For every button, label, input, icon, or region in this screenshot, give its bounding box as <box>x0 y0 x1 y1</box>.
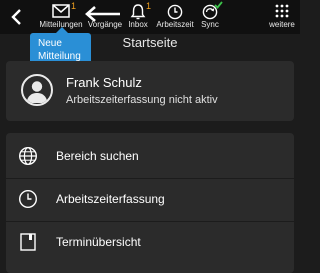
clock-icon <box>18 189 38 209</box>
menu-item-label: Terminübersicht <box>56 235 141 249</box>
top-toolbar: 1 Mitteilungen Vorgänge 1 Inbox Arbeitsz… <box>0 0 300 34</box>
toolbar-arbeitszeit-label: Arbeitszeit <box>156 20 194 29</box>
tooltip-line-1: Neue <box>38 38 62 49</box>
clock-icon <box>167 4 183 20</box>
profile-status: Arbeitszeiterfassung nicht aktiv <box>66 94 218 106</box>
user-icon <box>26 81 48 103</box>
menu-item-label: Bereich suchen <box>56 149 139 163</box>
menu-item-label: Arbeitszeiterfassung <box>56 192 165 206</box>
toolbar-vorgaenge-label: Vorgänge <box>87 20 123 29</box>
inbox-badge: 1 <box>146 1 152 11</box>
toolbar-arbeitszeit[interactable]: Arbeitszeit <box>153 0 197 34</box>
toolbar-sync[interactable]: Sync <box>199 0 223 34</box>
menu-item-terminuebersicht[interactable]: Terminübersicht <box>6 222 294 264</box>
mitteilungen-badge: 1 <box>71 1 77 11</box>
profile-card[interactable]: Frank Schulz Arbeitszeiterfassung nicht … <box>6 61 294 121</box>
toolbar-sync-label: Sync <box>201 20 219 29</box>
menu-item-bereich-suchen[interactable]: Bereich suchen <box>6 136 294 178</box>
globe-icon <box>18 146 38 166</box>
back-button[interactable] <box>8 6 26 28</box>
envelope-icon <box>52 4 70 18</box>
grid-menu-icon <box>275 4 289 18</box>
toolbar-weitere-label: weitere <box>269 20 295 29</box>
menu-item-arbeitszeiterfassung[interactable]: Arbeitszeiterfassung <box>6 179 294 221</box>
toolbar-inbox[interactable]: 1 Inbox <box>125 0 151 34</box>
avatar <box>21 74 53 106</box>
toolbar-inbox-label: Inbox <box>128 20 148 29</box>
profile-name: Frank Schulz <box>66 75 142 90</box>
menu-card: Bereich suchen Arbeitszeiterfassung Term… <box>6 133 294 273</box>
check-icon <box>214 1 223 9</box>
toolbar-weitere[interactable]: weitere <box>265 0 299 34</box>
bell-icon <box>130 4 146 20</box>
chevron-left-icon <box>11 9 21 25</box>
calendar-icon <box>20 233 36 251</box>
toolbar-vorgaenge[interactable]: Vorgänge <box>87 0 123 34</box>
